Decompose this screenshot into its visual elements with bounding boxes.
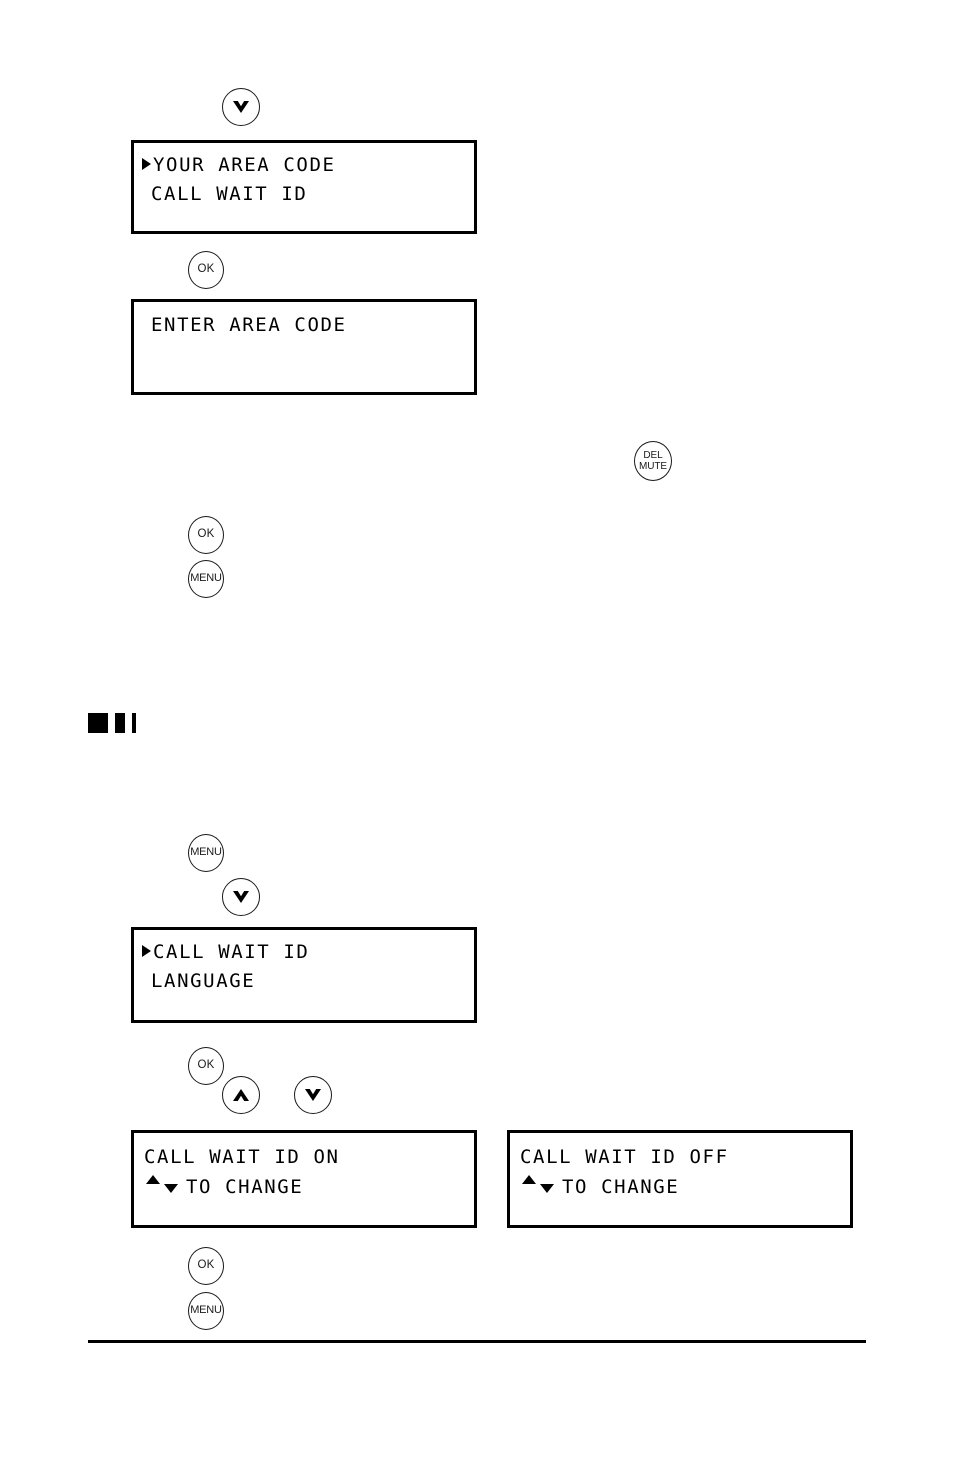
lcd-display-call-wait-id-menu: CALL WAIT ID LANGUAGE — [131, 927, 477, 1023]
del-mute-key-label: DEL MUTE — [639, 449, 667, 472]
lcd-line-text: CALL WAIT ID — [153, 941, 310, 963]
lcd-line-text: LANGUAGE — [151, 970, 256, 992]
chevron-up-key[interactable] — [222, 1076, 260, 1114]
lcd-display-your-area-code: YOUR AREA CODE CALL WAIT ID — [131, 140, 477, 234]
menu-key[interactable]: MENU — [188, 560, 224, 598]
lcd-line: CALL WAIT ID ON — [144, 1148, 340, 1167]
lcd-display-enter-area-code: ENTER AREA CODE — [131, 299, 477, 395]
del-mute-key[interactable]: DEL MUTE — [634, 441, 672, 481]
section-marker-bar — [132, 713, 136, 733]
ok-key-label: OK — [197, 1259, 215, 1272]
lcd-line: YOUR AREA CODE — [142, 156, 336, 175]
lcd-line: CALL WAIT ID OFF — [520, 1148, 729, 1167]
triangle-up-icon — [522, 1175, 536, 1184]
chevron-down-key[interactable] — [222, 88, 260, 126]
section-marker — [88, 713, 136, 733]
lcd-line-text: CALL WAIT ID — [151, 183, 308, 205]
triangle-down-icon — [540, 1184, 554, 1193]
ok-key[interactable]: OK — [188, 1047, 224, 1085]
lcd-line: TO CHANGE — [144, 1175, 304, 1198]
menu-key[interactable]: MENU — [188, 834, 224, 872]
ok-key[interactable]: OK — [188, 251, 224, 289]
chevron-down-icon — [233, 891, 249, 903]
triangle-up-icon — [146, 1175, 160, 1184]
lcd-line: CALL WAIT ID — [142, 943, 309, 962]
lcd-line-text: CALL WAIT ID OFF — [520, 1146, 729, 1168]
ok-key[interactable]: OK — [188, 516, 224, 554]
lcd-line-text: CALL WAIT ID ON — [144, 1146, 340, 1168]
lcd-display-call-wait-id-on: CALL WAIT ID ON TO CHANGE — [131, 1130, 477, 1228]
chevron-down-icon — [305, 1089, 321, 1101]
menu-key[interactable]: MENU — [188, 1292, 224, 1330]
chevron-down-key[interactable] — [222, 878, 260, 916]
lcd-line-text: TO CHANGE — [562, 1176, 680, 1198]
chevron-down-icon — [233, 101, 249, 113]
menu-key-label: MENU — [190, 846, 222, 859]
manual-page: YOUR AREA CODE CALL WAIT ID OK ENTER ARE… — [0, 0, 954, 1475]
menu-key-label: MENU — [190, 1304, 222, 1317]
selection-pointer-icon — [142, 158, 151, 170]
change-arrows — [520, 1175, 562, 1197]
lcd-line: LANGUAGE — [151, 972, 255, 991]
lcd-display-call-wait-id-off: CALL WAIT ID OFF TO CHANGE — [507, 1130, 853, 1228]
triangle-down-icon — [164, 1184, 178, 1193]
ok-key-label: OK — [197, 263, 215, 276]
selection-pointer-icon — [142, 945, 151, 957]
section-marker-bar — [88, 713, 108, 733]
lcd-line-text: YOUR AREA CODE — [153, 154, 336, 176]
lcd-line: TO CHANGE — [520, 1175, 680, 1198]
change-arrows — [144, 1175, 186, 1197]
ok-key-label: OK — [197, 1059, 215, 1072]
footer-divider — [88, 1340, 866, 1343]
chevron-down-key[interactable] — [294, 1076, 332, 1114]
lcd-line: CALL WAIT ID — [151, 185, 307, 204]
ok-key-label: OK — [197, 528, 215, 541]
menu-key-label: MENU — [190, 572, 222, 585]
lcd-line: ENTER AREA CODE — [151, 316, 347, 335]
section-marker-bar — [115, 713, 125, 733]
lcd-line-text: ENTER AREA CODE — [151, 314, 347, 336]
lcd-line-text: TO CHANGE — [186, 1176, 304, 1198]
chevron-up-icon — [233, 1089, 249, 1101]
ok-key[interactable]: OK — [188, 1247, 224, 1285]
